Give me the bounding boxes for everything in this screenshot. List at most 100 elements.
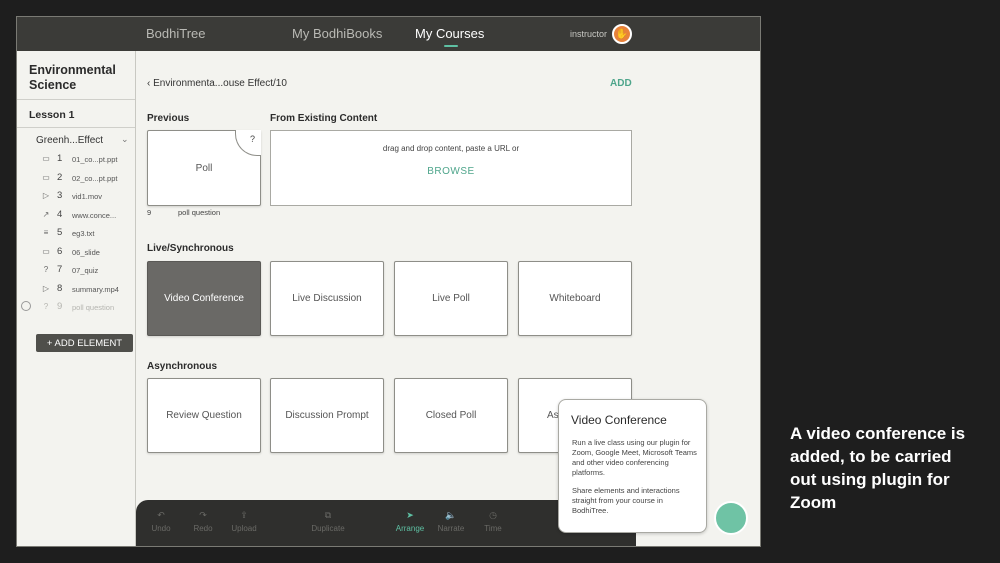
tooltip-paragraph: Share elements and interactions straight… xyxy=(572,486,680,515)
tool-label: Time xyxy=(484,524,502,533)
clock-icon xyxy=(21,301,31,311)
previous-caption: poll question xyxy=(178,208,221,217)
previous-heading: Previous xyxy=(147,113,190,124)
item-number: 5 xyxy=(57,227,63,238)
time-button[interactable]: ◷ Time xyxy=(471,510,515,533)
divider xyxy=(17,127,135,128)
live-poll-card[interactable]: Live Poll xyxy=(394,261,508,336)
divider xyxy=(17,99,135,100)
item-number: 1 xyxy=(57,153,63,164)
video-conference-card[interactable]: Video Conference xyxy=(147,261,261,336)
play-icon: ▷ xyxy=(42,283,50,293)
list-item[interactable]: ▭ 6 06_slide xyxy=(17,244,135,263)
item-number: 2 xyxy=(57,171,63,183)
item-name: poll question xyxy=(72,303,115,312)
question-icon: ? xyxy=(235,130,261,156)
drop-zone[interactable]: drag and drop content, paste a URL or BR… xyxy=(270,130,632,206)
clock-icon: ◷ xyxy=(489,510,497,520)
duplicate-button[interactable]: ⧉ Duplicate xyxy=(306,510,350,533)
redo-icon: ↷ xyxy=(199,510,207,520)
speaker-icon: 🔈 xyxy=(445,510,457,520)
item-name: eg3.txt xyxy=(72,229,95,238)
tool-label: Narrate xyxy=(437,524,465,533)
nav-my-bodhibooks[interactable]: My BodhiBooks xyxy=(292,26,382,41)
chevron-down-icon[interactable]: ⌄ xyxy=(121,134,129,145)
cursor-icon: ➤ xyxy=(406,510,414,520)
list-item[interactable]: ? 9 poll question xyxy=(17,299,135,318)
list-item[interactable]: ▭ 2 02_co...pt.ppt xyxy=(17,170,135,189)
upload-icon: ⇪ xyxy=(240,510,248,520)
item-number: 8 xyxy=(57,282,63,294)
help-fab-button[interactable] xyxy=(714,501,748,535)
item-number: 7 xyxy=(57,264,63,275)
item-number: 4 xyxy=(57,208,63,220)
undo-icon: ↶ xyxy=(157,510,165,520)
add-element-button[interactable]: + ADD ELEMENT xyxy=(36,334,133,352)
async-heading: Asynchronous xyxy=(147,361,218,372)
review-question-card[interactable]: Review Question xyxy=(147,378,261,453)
slide-caption: A video conference is added, to be carri… xyxy=(790,424,966,512)
tool-label: Arrange xyxy=(395,524,425,533)
list-item[interactable]: ▷ 8 summary.mp4 xyxy=(17,281,135,300)
list-item[interactable]: ? 7 07_quiz xyxy=(17,262,135,281)
closed-poll-card[interactable]: Closed Poll xyxy=(394,378,508,453)
previous-number: 9 xyxy=(147,208,152,217)
item-name: 01_co...pt.ppt xyxy=(72,155,118,164)
slide-icon: ▭ xyxy=(42,246,50,256)
slide-icon: ▭ xyxy=(42,172,50,182)
active-nav-indicator xyxy=(444,45,458,47)
item-name: vid1.mov xyxy=(72,192,103,201)
question-icon: ? xyxy=(43,302,49,311)
item-name: 06_slide xyxy=(72,247,100,257)
upload-button[interactable]: ⇪ Upload xyxy=(222,510,266,533)
item-number: 9 xyxy=(57,301,63,312)
item-number: 3 xyxy=(57,190,63,201)
play-icon: ▷ xyxy=(42,191,50,200)
whiteboard-card[interactable]: Whiteboard xyxy=(518,261,632,336)
text-icon: ≡ xyxy=(43,228,49,237)
item-name: summary.mp4 xyxy=(72,284,119,294)
add-button[interactable]: ADD xyxy=(610,78,632,89)
tool-label: Redo xyxy=(193,524,213,533)
narrate-button[interactable]: 🔈 Narrate xyxy=(429,510,473,533)
live-discussion-card[interactable]: Live Discussion xyxy=(270,261,384,336)
card-label: Poll xyxy=(195,162,213,174)
undo-button[interactable]: ↶ Undo xyxy=(139,510,183,533)
tooltip-title: Video Conference xyxy=(571,413,667,427)
drop-instructions: drag and drop content, paste a URL or xyxy=(382,144,520,153)
tool-label: Undo xyxy=(151,524,171,533)
list-item[interactable]: ▷ 3 vid1.mov xyxy=(17,188,135,207)
live-heading: Live/Synchronous xyxy=(147,243,234,254)
module-name[interactable]: Greenh...Effect xyxy=(36,135,103,146)
course-title: Environmental Science xyxy=(29,63,116,92)
course-sidebar: Environmental Science Lesson 1 Greenh...… xyxy=(17,51,136,546)
user-avatar[interactable]: ✋ xyxy=(612,24,632,44)
tooltip-body: Run a live class using our plugin for Zo… xyxy=(572,438,700,516)
item-name: 02_co...pt.ppt xyxy=(72,173,118,183)
slide-icon: ▭ xyxy=(42,154,50,163)
tool-label: Upload xyxy=(231,524,257,533)
list-item[interactable]: ≡ 5 eg3.txt xyxy=(17,225,135,244)
element-list: ▭ 1 01_co...pt.ppt ▭ 2 02_co...pt.ppt ▷ … xyxy=(17,151,135,318)
duplicate-icon: ⧉ xyxy=(324,510,332,520)
brand-logo[interactable]: BodhiTree xyxy=(146,26,206,41)
arrange-button[interactable]: ➤ Arrange xyxy=(388,510,432,533)
role-label: instructor xyxy=(570,29,608,39)
nav-my-courses[interactable]: My Courses xyxy=(415,26,484,41)
item-name: 07_quiz xyxy=(72,266,99,275)
tooltip-paragraph: Run a live class using our plugin for Zo… xyxy=(572,438,697,477)
list-item[interactable]: ▭ 1 01_co...pt.ppt xyxy=(17,151,135,170)
top-nav-bar: BodhiTree My BodhiBooks My Courses instr… xyxy=(17,17,760,51)
redo-button[interactable]: ↷ Redo xyxy=(181,510,225,533)
breadcrumb[interactable]: ‹ Environmenta...ouse Effect/10 xyxy=(147,78,287,89)
previous-poll-card[interactable]: Poll ? xyxy=(147,130,261,206)
discussion-prompt-card[interactable]: Discussion Prompt xyxy=(270,378,384,453)
lesson-heading[interactable]: Lesson 1 xyxy=(29,109,75,121)
video-conference-tooltip: Video Conference Run a live class using … xyxy=(558,399,707,533)
link-icon: ↗ xyxy=(42,209,50,219)
tool-label: Duplicate xyxy=(311,524,345,533)
browse-button[interactable]: BROWSE xyxy=(271,166,631,177)
list-item[interactable]: ↗ 4 www.conce... xyxy=(17,207,135,226)
question-icon: ? xyxy=(43,265,49,274)
existing-content-heading: From Existing Content xyxy=(270,113,378,124)
